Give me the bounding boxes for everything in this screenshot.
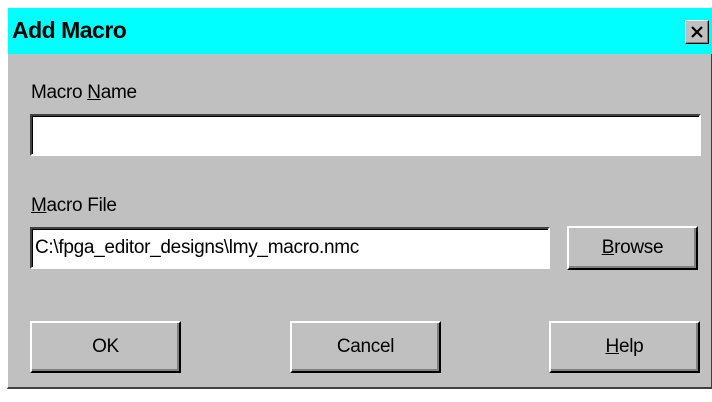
title-bar[interactable]: Add Macro xyxy=(8,8,712,54)
macro-file-label: Macro File xyxy=(31,195,117,216)
close-button[interactable] xyxy=(685,20,709,44)
help-button[interactable]: Help xyxy=(549,321,700,373)
macro-name-input[interactable] xyxy=(30,114,701,156)
macro-name-label: Macro Name xyxy=(31,82,137,103)
cancel-button[interactable]: Cancel xyxy=(290,321,441,373)
ok-button[interactable]: OK xyxy=(30,321,181,373)
close-x-icon xyxy=(691,26,703,38)
add-macro-dialog: Add Macro Macro Name Macro File Browse O… xyxy=(7,7,712,389)
browse-button[interactable]: Browse xyxy=(567,226,698,270)
dialog-title: Add Macro xyxy=(12,17,127,43)
macro-file-input[interactable] xyxy=(30,227,550,269)
